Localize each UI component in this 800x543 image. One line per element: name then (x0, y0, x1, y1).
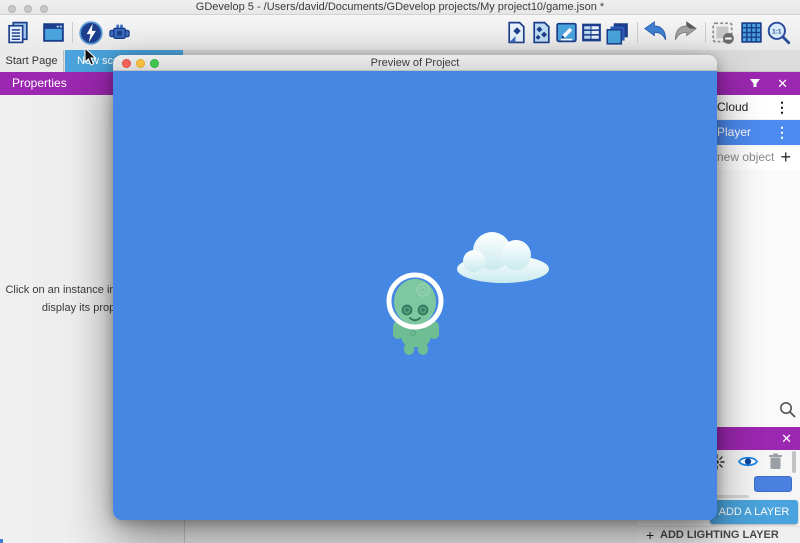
filter-icon[interactable] (748, 76, 762, 90)
toolbar-separator (637, 22, 638, 43)
mouse-cursor (84, 48, 98, 66)
redo-button[interactable] (672, 19, 699, 46)
properties-panel-title: Properties (12, 76, 67, 90)
close-window-button[interactable] (8, 5, 16, 13)
search-icon[interactable] (779, 401, 796, 418)
grid-toggle-icon (739, 20, 764, 45)
undo-button[interactable] (642, 19, 669, 46)
layer-visibility-eye-icon[interactable] (738, 454, 758, 469)
corner-fragment (0, 539, 3, 543)
preview-minimize-button[interactable] (136, 59, 145, 68)
edit-scene-icon (554, 20, 579, 45)
close-icon[interactable]: ✕ (781, 427, 792, 450)
object-menu-icon[interactable]: ⋮ (775, 120, 789, 145)
layer-delete-trash-icon[interactable] (768, 453, 783, 470)
launch-preview-button[interactable] (77, 19, 104, 46)
events-editor-button[interactable] (578, 19, 605, 46)
zoom-reset-button[interactable]: 1:1 (765, 19, 792, 46)
add-object-label: new object (717, 150, 774, 164)
add-lighting-layer-label: ADD LIGHTING LAYER (660, 527, 779, 543)
scene-properties-icon (504, 20, 529, 45)
debugger-gamepad-icon (107, 20, 132, 45)
zoom-1-1-icon: 1:1 (766, 20, 792, 46)
objects-editor-button[interactable] (528, 19, 555, 46)
window-title: GDevelop 5 - /Users/david/Documents/GDev… (0, 0, 800, 15)
scene-properties-button[interactable] (503, 19, 530, 46)
object-name: Cloud (717, 100, 748, 114)
preview-zoom-button[interactable] (150, 59, 159, 68)
objects-list-icon (529, 20, 554, 45)
toggle-grid-button[interactable] (738, 19, 765, 46)
instances-stack-icon (604, 20, 630, 46)
toolbar-separator (705, 22, 706, 43)
undo-icon (642, 19, 669, 46)
scene-editor-button[interactable] (40, 19, 67, 46)
tab-start-page[interactable]: Start Page (0, 50, 64, 72)
add-lighting-layer-row[interactable]: + ADD LIGHTING LAYER (637, 526, 800, 543)
preview-window[interactable]: Preview of Project (113, 55, 717, 520)
project-manager-button[interactable] (5, 19, 32, 46)
add-object-icon[interactable]: + (780, 145, 791, 170)
scrollbar[interactable] (792, 451, 796, 473)
maximize-window-button[interactable] (40, 5, 48, 13)
preview-play-icon (78, 20, 104, 46)
scene-window-icon (41, 20, 66, 45)
edit-scene-button[interactable] (553, 19, 580, 46)
preview-titlebar[interactable]: Preview of Project (113, 55, 717, 71)
add-layer-button[interactable]: ADD A LAYER (710, 500, 798, 524)
cloud-sprite (455, 228, 551, 284)
toolbar-separator (72, 22, 73, 43)
main-titlebar: GDevelop 5 - /Users/david/Documents/GDev… (0, 0, 800, 15)
plus-icon: + (646, 527, 654, 543)
toggle-mask-button[interactable] (709, 19, 736, 46)
mask-toggle-icon (710, 20, 736, 46)
minimize-window-button[interactable] (24, 5, 32, 13)
object-menu-icon[interactable]: ⋮ (775, 95, 789, 120)
object-name: Player (717, 125, 751, 139)
preview-window-title: Preview of Project (113, 55, 717, 71)
tab-label: Start Page (6, 55, 58, 67)
debugger-button[interactable] (106, 19, 133, 46)
redo-icon (672, 19, 699, 46)
layer-color-swatch[interactable] (754, 476, 792, 492)
zoom-level-label: 1:1 (772, 28, 782, 35)
game-scene-canvas[interactable] (113, 71, 717, 520)
main-toolbar: 1:1 (0, 15, 800, 50)
project-manager-icon (6, 20, 31, 45)
player-sprite (385, 271, 447, 356)
events-list-icon (579, 20, 604, 45)
close-icon[interactable]: ✕ (777, 72, 788, 95)
instances-list-button[interactable] (603, 19, 630, 46)
preview-close-button[interactable] (122, 59, 131, 68)
